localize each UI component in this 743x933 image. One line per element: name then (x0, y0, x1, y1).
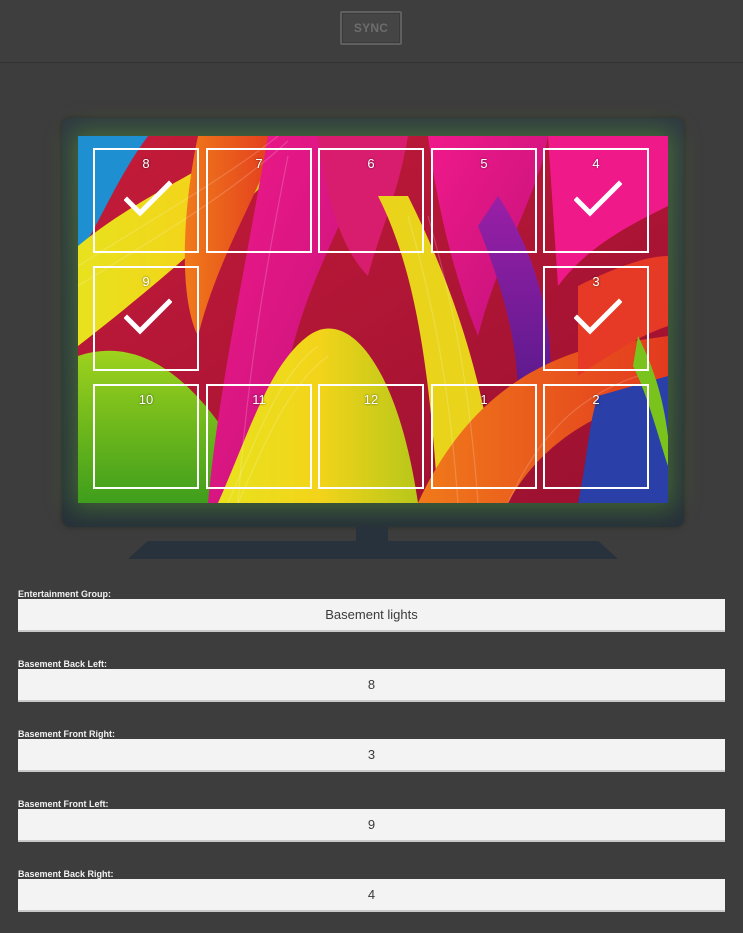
light-cell-number: 7 (255, 156, 263, 171)
light-cell[interactable]: 1 (431, 384, 537, 489)
checkmark-icon (124, 180, 172, 217)
light-cell-number: 9 (142, 274, 150, 289)
light-cell[interactable]: 7 (206, 148, 312, 253)
basement-front-left-label: Basement Front Left: (18, 799, 109, 809)
light-cell-number: 8 (142, 156, 150, 171)
light-cell[interactable]: 4 (543, 148, 649, 253)
sync-button[interactable]: SYNC (340, 11, 402, 45)
tv-stand (128, 541, 618, 559)
basement-front-left-select[interactable]: 9 (18, 809, 725, 842)
checkmark-icon (574, 298, 622, 335)
tv-neck (356, 527, 388, 541)
light-cell[interactable]: 12 (318, 384, 424, 489)
checkmark-icon (574, 180, 622, 217)
top-bar: SYNC (0, 0, 743, 63)
light-cell[interactable]: 9 (93, 266, 199, 371)
light-cell-number: 6 (367, 156, 375, 171)
basement-front-right-select[interactable]: 3 (18, 739, 725, 772)
light-cell-number: 4 (592, 156, 600, 171)
checkmark-icon (124, 298, 172, 335)
entertainment-group-label: Entertainment Group: (18, 589, 112, 599)
light-cell[interactable]: 2 (543, 384, 649, 489)
entertainment-group-select[interactable]: Basement lights (18, 599, 725, 632)
light-cell-number: 1 (480, 392, 488, 407)
light-cell-number: 11 (252, 392, 266, 407)
light-cell[interactable]: 5 (431, 148, 537, 253)
light-cell[interactable]: 10 (93, 384, 199, 489)
light-cell-number: 2 (592, 392, 600, 407)
basement-back-left-select[interactable]: 8 (18, 669, 725, 702)
light-cell[interactable]: 8 (93, 148, 199, 253)
light-cell-number: 12 (363, 392, 379, 407)
light-cell[interactable]: 3 (543, 266, 649, 371)
light-cell[interactable]: 11 (206, 384, 312, 489)
light-cell-number: 10 (138, 392, 154, 407)
basement-back-right-select[interactable]: 4 (18, 879, 725, 912)
light-cell[interactable]: 6 (318, 148, 424, 253)
basement-back-right-label: Basement Back Right: (18, 869, 114, 879)
light-cell-number: 5 (480, 156, 488, 171)
basement-front-right-label: Basement Front Right: (18, 729, 116, 739)
basement-back-left-label: Basement Back Left: (18, 659, 108, 669)
light-cell-number: 3 (592, 274, 600, 289)
